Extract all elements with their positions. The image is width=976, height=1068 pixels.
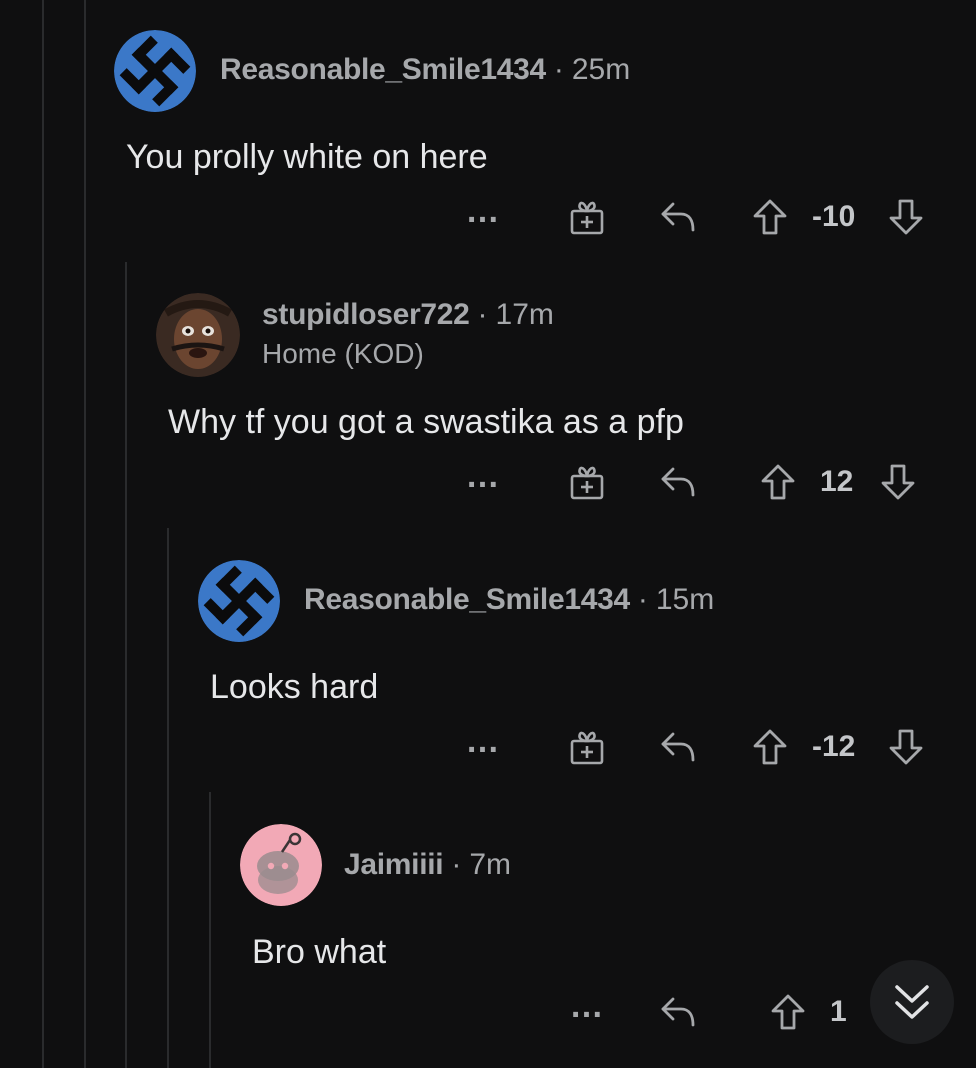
thread-line-1: [42, 0, 44, 1068]
vote-score: -10: [812, 200, 856, 233]
more-icon: …: [465, 722, 501, 760]
upvote-arrow-icon: [753, 729, 787, 765]
upvote-arrow-icon: [753, 199, 787, 235]
upvote-button[interactable]: [766, 987, 810, 1037]
comment-body: You prolly white on here: [126, 138, 488, 176]
more-icon: …: [465, 192, 501, 230]
user-flair: Home (KOD): [262, 338, 424, 369]
username-link[interactable]: Jaimiiii: [344, 848, 444, 881]
downvote-arrow-icon: [889, 199, 923, 235]
comment-actions: … -12: [0, 722, 976, 772]
comment-body: Why tf you got a swastika as a pfp: [168, 403, 684, 441]
more-icon: …: [569, 987, 605, 1025]
more-options-button[interactable]: …: [458, 457, 508, 507]
reply-button[interactable]: [656, 457, 700, 507]
downvote-arrow-icon: [889, 729, 923, 765]
user-avatar[interactable]: [156, 293, 240, 377]
comment-age: 15m: [655, 583, 715, 616]
award-button[interactable]: [565, 722, 609, 772]
upvote-button[interactable]: [748, 192, 792, 242]
photo-avatar-icon: [156, 293, 240, 377]
reply-button[interactable]: [656, 192, 700, 242]
meta-separator: ·: [553, 53, 564, 86]
reply-arrow-icon: [661, 467, 695, 497]
swastika-avatar-icon: [114, 30, 196, 112]
reply-arrow-icon: [661, 732, 695, 762]
username-link[interactable]: Reasonable_Smile1434: [304, 583, 630, 616]
meta-separator: ·: [477, 298, 488, 331]
award-button[interactable]: [565, 457, 609, 507]
comment-age: 25m: [571, 53, 631, 86]
vote-score: 12: [820, 465, 854, 498]
comment-age: 17m: [495, 298, 554, 331]
user-avatar[interactable]: [240, 824, 322, 906]
gift-plus-icon: [570, 731, 604, 765]
upvote-arrow-icon: [771, 994, 805, 1030]
comment-meta: stupidloser722 · 17m: [262, 298, 554, 332]
comment-meta: Reasonable_Smile1434 · 25m: [220, 53, 630, 87]
more-options-button[interactable]: …: [458, 722, 508, 772]
vote-score: -12: [812, 730, 856, 763]
gift-plus-icon: [570, 201, 604, 235]
swastika-avatar-icon: [198, 560, 280, 642]
comment-age: 7m: [469, 848, 512, 881]
username-link[interactable]: stupidloser722: [262, 298, 470, 331]
thread-line-2: [84, 0, 86, 1068]
comment-actions: … 12: [0, 457, 976, 507]
user-avatar[interactable]: [114, 30, 196, 112]
upvote-button[interactable]: [756, 457, 800, 507]
comment-body: Looks hard: [210, 668, 379, 706]
reply-arrow-icon: [661, 997, 695, 1027]
upvote-button[interactable]: [748, 722, 792, 772]
downvote-button[interactable]: [876, 457, 920, 507]
comment-actions: … 1: [0, 987, 976, 1037]
reply-arrow-icon: [661, 202, 695, 232]
downvote-button[interactable]: [884, 722, 928, 772]
meta-separator: ·: [451, 848, 462, 881]
more-icon: …: [465, 457, 501, 495]
meta-separator: ·: [637, 583, 648, 616]
jump-to-next-button[interactable]: [870, 960, 954, 1044]
thread-line-3: [125, 262, 127, 1068]
upvote-arrow-icon: [761, 464, 795, 500]
snoo-avatar-icon: [240, 824, 322, 906]
user-avatar[interactable]: [198, 560, 280, 642]
reply-button[interactable]: [656, 722, 700, 772]
gift-plus-icon: [570, 466, 604, 500]
comment-body: Bro what: [252, 933, 387, 971]
downvote-button[interactable]: [884, 192, 928, 242]
downvote-arrow-icon: [881, 464, 915, 500]
comment-actions: … -10: [0, 192, 976, 242]
vote-score: 1: [830, 995, 847, 1028]
comment-meta: Jaimiiii · 7m: [344, 848, 511, 882]
reply-button[interactable]: [656, 987, 700, 1037]
award-button[interactable]: [565, 192, 609, 242]
more-options-button[interactable]: …: [458, 192, 508, 242]
comment-meta: Reasonable_Smile1434 · 15m: [304, 583, 714, 617]
username-link[interactable]: Reasonable_Smile1434: [220, 53, 546, 86]
double-chevron-down-icon: [895, 985, 929, 1019]
more-options-button[interactable]: …: [562, 987, 612, 1037]
